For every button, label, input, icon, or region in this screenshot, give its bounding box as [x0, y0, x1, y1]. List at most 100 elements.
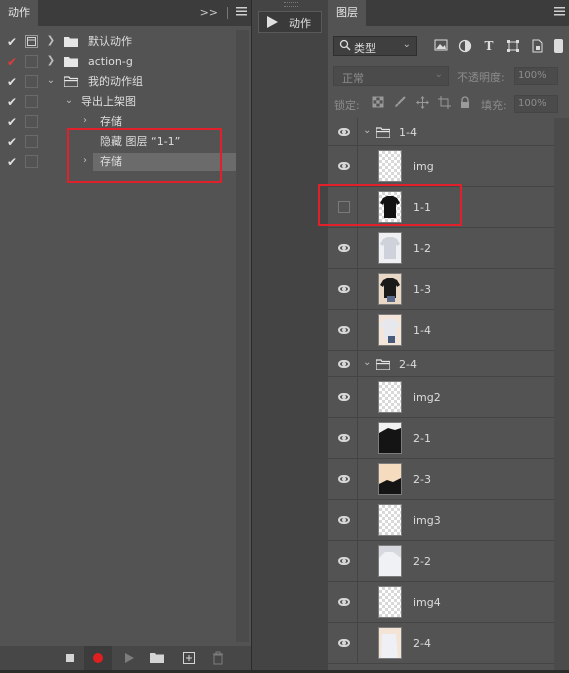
- dialog-toggle-icon[interactable]: [25, 115, 38, 128]
- layer-row[interactable]: img: [328, 146, 554, 187]
- layer-row[interactable]: img4: [328, 582, 554, 623]
- actions-scrollbar[interactable]: [236, 30, 249, 642]
- dialog-toggle-icon[interactable]: [25, 95, 38, 108]
- dialog-toggle-icon[interactable]: [25, 35, 38, 48]
- filter-kind-select[interactable]: 类型 ⌄: [333, 36, 417, 56]
- layer-thumbnail: [378, 232, 402, 264]
- eye-icon[interactable]: [338, 285, 350, 293]
- move-icon[interactable]: [415, 96, 429, 110]
- eye-icon[interactable]: [338, 434, 350, 442]
- type-filter-icon[interactable]: T: [482, 39, 496, 53]
- pixel-filter-icon[interactable]: [434, 39, 448, 53]
- lock-all-icon[interactable]: [458, 96, 472, 110]
- dialog-toggle-icon[interactable]: [25, 135, 38, 148]
- eye-icon[interactable]: [338, 128, 350, 136]
- toggle-check-icon[interactable]: ✔: [6, 95, 18, 109]
- panel-menu-icon[interactable]: [236, 0, 247, 26]
- layer-row[interactable]: 2-2: [328, 541, 554, 582]
- visibility-cell[interactable]: [328, 146, 358, 186]
- visibility-cell[interactable]: [328, 541, 358, 581]
- actions-tabbar: 动作 >>: [0, 0, 251, 26]
- visibility-cell[interactable]: [328, 459, 358, 499]
- toggle-check-icon[interactable]: ✔: [6, 115, 18, 129]
- eye-icon[interactable]: [338, 244, 350, 252]
- layer-group-row[interactable]: ⌄ 2-4: [328, 351, 554, 377]
- layer-row[interactable]: 1-3: [328, 269, 554, 310]
- toggle-check-icon[interactable]: ✔: [6, 55, 18, 69]
- chevron-down-icon[interactable]: ⌄: [46, 74, 56, 88]
- layer-row[interactable]: 2-3: [328, 459, 554, 500]
- new-action-icon[interactable]: [181, 650, 197, 666]
- eye-icon[interactable]: [338, 516, 350, 524]
- brush-icon[interactable]: [393, 96, 407, 110]
- play-icon: [267, 16, 278, 28]
- visibility-cell[interactable]: [328, 228, 358, 268]
- dialog-toggle-icon[interactable]: [25, 55, 38, 68]
- visibility-cell[interactable]: [328, 500, 358, 540]
- chevron-right-icon[interactable]: ❯: [46, 54, 56, 68]
- panel-menu-icon[interactable]: [554, 0, 565, 26]
- toggle-check-icon[interactable]: ✔: [6, 155, 18, 169]
- visibility-cell[interactable]: [328, 351, 358, 376]
- visibility-cell[interactable]: [328, 269, 358, 309]
- tab-layers[interactable]: 图层: [328, 0, 366, 26]
- eye-icon[interactable]: [338, 360, 350, 368]
- fill-input[interactable]: 100%: [514, 95, 558, 113]
- eye-icon[interactable]: [338, 393, 350, 401]
- tab-actions[interactable]: 动作: [0, 0, 38, 26]
- actions-panel-button[interactable]: 动作: [258, 11, 322, 33]
- layer-row[interactable]: 1-2: [328, 228, 554, 269]
- artboard-lock-icon[interactable]: [437, 96, 451, 110]
- lock-transparent-pixels-icon[interactable]: [371, 96, 385, 110]
- chevron-down-icon[interactable]: ⌄: [363, 125, 371, 136]
- filter-toggle-switch[interactable]: [554, 39, 563, 53]
- shape-filter-icon[interactable]: [506, 39, 520, 53]
- toggle-check-icon[interactable]: ✔: [6, 35, 18, 49]
- adjustment-filter-icon[interactable]: [458, 39, 472, 53]
- layer-row[interactable]: 1-4: [328, 310, 554, 351]
- chevron-right-icon[interactable]: ❯: [46, 34, 56, 48]
- eye-icon[interactable]: [338, 326, 350, 334]
- opacity-input[interactable]: 100%: [514, 67, 558, 85]
- visibility-cell[interactable]: [328, 582, 358, 622]
- drag-grip-icon[interactable]: [284, 2, 298, 7]
- eye-icon[interactable]: [338, 557, 350, 565]
- visibility-cell[interactable]: [328, 623, 358, 663]
- visibility-cell[interactable]: [328, 418, 358, 458]
- layer-row[interactable]: 2-4: [328, 623, 554, 664]
- chevron-down-icon[interactable]: ⌄: [363, 357, 371, 368]
- eye-icon[interactable]: [338, 162, 350, 170]
- new-set-folder-icon[interactable]: [149, 650, 165, 666]
- layer-group-row[interactable]: ⌄ 1-4: [328, 118, 554, 146]
- dialog-toggle-icon[interactable]: [25, 155, 38, 168]
- toggle-check-icon[interactable]: ✔: [6, 75, 18, 89]
- toggle-check-icon[interactable]: ✔: [6, 135, 18, 149]
- visibility-cell[interactable]: [328, 310, 358, 350]
- layer-row[interactable]: 2-1: [328, 418, 554, 459]
- trash-icon[interactable]: [210, 650, 226, 666]
- visibility-cell[interactable]: [328, 118, 358, 145]
- eye-icon[interactable]: [338, 639, 350, 647]
- blend-mode-select[interactable]: 正常 ⌄: [333, 66, 449, 86]
- chevron-right-icon[interactable]: ›: [80, 114, 90, 128]
- layer-row[interactable]: img2: [328, 377, 554, 418]
- eye-icon[interactable]: [338, 475, 350, 483]
- record-button[interactable]: [84, 646, 112, 670]
- dialog-toggle-icon[interactable]: [25, 75, 38, 88]
- eye-icon[interactable]: [338, 598, 350, 606]
- highlight-annotation-box: [318, 184, 462, 226]
- action-set-my-group[interactable]: ✔ ⌄ 我的动作组: [0, 72, 236, 92]
- folder-icon: [64, 36, 78, 47]
- chevron-down-icon: ⌄: [434, 69, 443, 80]
- chevron-down-icon[interactable]: ⌄: [64, 94, 74, 108]
- play-icon[interactable]: [121, 650, 137, 666]
- stop-icon[interactable]: [62, 650, 78, 666]
- smart-object-filter-icon[interactable]: [530, 39, 544, 53]
- action-set-default[interactable]: ✔ ❯ 默认动作: [0, 32, 236, 52]
- action-export[interactable]: ✔ ⌄ 导出上架图: [0, 92, 236, 112]
- visibility-cell[interactable]: [328, 377, 358, 417]
- action-set-action-g[interactable]: ✔ ❯ action-g: [0, 52, 236, 72]
- expand-panel-icon[interactable]: >>: [200, 6, 218, 19]
- layer-row[interactable]: img3: [328, 500, 554, 541]
- layers-scrollbar[interactable]: [554, 118, 569, 670]
